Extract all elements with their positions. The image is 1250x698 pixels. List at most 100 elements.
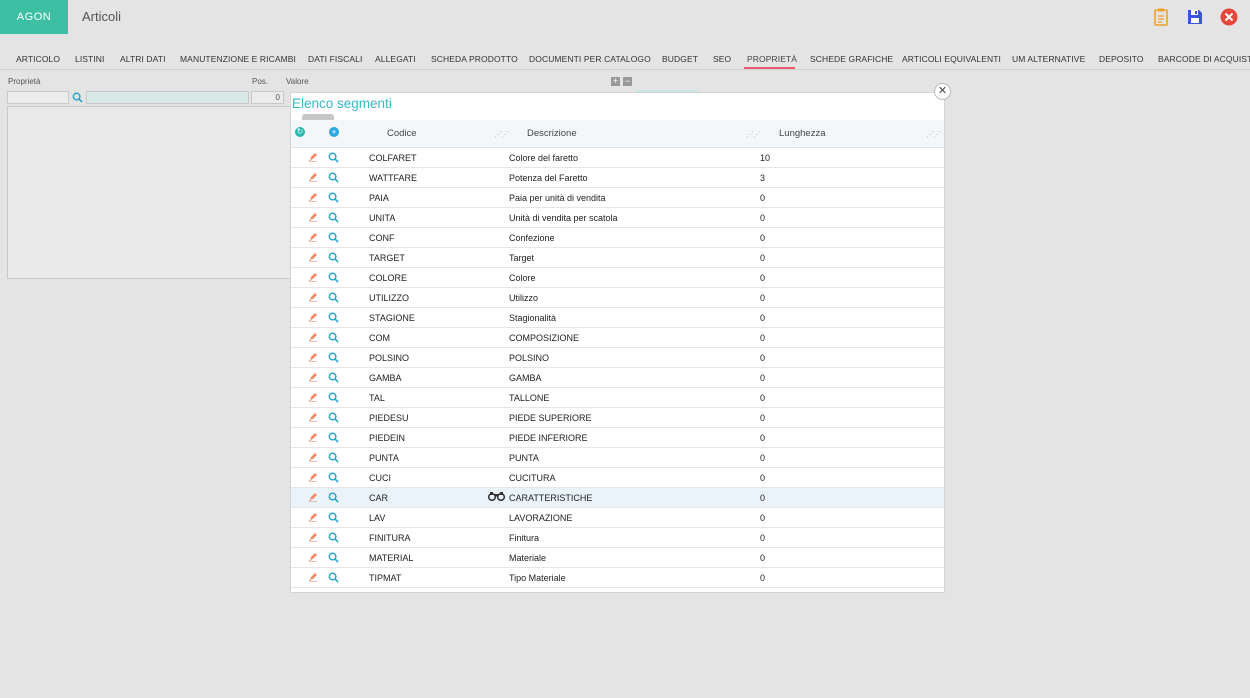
- search-icon[interactable]: [328, 552, 339, 563]
- table-row[interactable]: PAIA Paia per unità di vendita 0: [291, 188, 944, 208]
- tab-altri-dati[interactable]: ALTRI DATI: [120, 54, 166, 64]
- edit-icon[interactable]: [308, 251, 318, 262]
- table-row[interactable]: LAV LAVORAZIONE 0: [291, 508, 944, 528]
- search-icon[interactable]: [328, 332, 339, 343]
- search-icon[interactable]: [328, 172, 339, 183]
- proprieta-filter-input[interactable]: [7, 91, 69, 104]
- clipboard-icon[interactable]: [1151, 7, 1171, 27]
- edit-icon[interactable]: [308, 551, 318, 562]
- edit-icon[interactable]: [308, 511, 318, 522]
- table-row[interactable]: COM COMPOSIZIONE 0: [291, 328, 944, 348]
- search-icon[interactable]: [328, 152, 339, 163]
- search-icon[interactable]: [328, 492, 339, 503]
- search-icon[interactable]: [328, 532, 339, 543]
- column-resize-grip-icon[interactable]: ⋰⋰: [926, 130, 941, 139]
- column-resize-grip-icon[interactable]: ⋰⋰: [494, 130, 509, 139]
- modal-close-button[interactable]: ✕: [934, 83, 951, 100]
- edit-icon[interactable]: [308, 531, 318, 542]
- tab-manutenzione-ricambi[interactable]: MANUTENZIONE E RICAMBI: [180, 54, 296, 64]
- col-codice[interactable]: Codice: [387, 128, 417, 139]
- add-icon[interactable]: +: [329, 127, 339, 137]
- edit-icon[interactable]: [308, 431, 318, 442]
- search-icon[interactable]: [328, 472, 339, 483]
- table-row[interactable]: CAR CARATTERISTICHE 0: [291, 488, 944, 508]
- proprieta-value-input[interactable]: [86, 91, 249, 104]
- edit-icon[interactable]: [308, 491, 318, 502]
- search-icon[interactable]: [328, 412, 339, 423]
- table-row[interactable]: COLFARET Colore del faretto 10: [291, 148, 944, 168]
- table-row[interactable]: MATERIAL Materiale 0: [291, 548, 944, 568]
- table-row[interactable]: COLORE Colore 0: [291, 268, 944, 288]
- table-row[interactable]: UTILIZZO Utilizzo 0: [291, 288, 944, 308]
- tab-schede-grafiche[interactable]: SCHEDE GRAFICHE: [810, 54, 893, 64]
- table-row[interactable]: UNITA Unità di vendita per scatola 0: [291, 208, 944, 228]
- close-icon[interactable]: [1219, 7, 1239, 27]
- column-resize-grip-icon[interactable]: ⋰⋰: [746, 130, 761, 139]
- binoculars-icon[interactable]: [487, 491, 506, 504]
- tab-scheda-prodotto[interactable]: SCHEDA PRODOTTO: [431, 54, 518, 64]
- edit-icon[interactable]: [308, 151, 318, 162]
- edit-icon[interactable]: [308, 391, 318, 402]
- search-icon[interactable]: [328, 352, 339, 363]
- tab-um-alternative[interactable]: UM ALTERNATIVE: [1012, 54, 1085, 64]
- edit-icon[interactable]: [308, 231, 318, 242]
- search-icon[interactable]: [72, 92, 83, 103]
- refresh-icon[interactable]: ↻: [295, 127, 305, 137]
- table-row[interactable]: TAL TALLONE 0: [291, 388, 944, 408]
- search-icon[interactable]: [328, 512, 339, 523]
- edit-icon[interactable]: [308, 191, 318, 202]
- search-icon[interactable]: [328, 372, 339, 383]
- search-icon[interactable]: [328, 232, 339, 243]
- table-row[interactable]: PIEDEIN PIEDE INFERIORE 0: [291, 428, 944, 448]
- search-icon[interactable]: [328, 432, 339, 443]
- edit-icon[interactable]: [308, 411, 318, 422]
- search-icon[interactable]: [328, 292, 339, 303]
- edit-icon[interactable]: [308, 451, 318, 462]
- save-icon[interactable]: [1185, 7, 1205, 27]
- tab-proprieta[interactable]: PROPRIETÀ: [747, 54, 797, 64]
- edit-icon[interactable]: [308, 271, 318, 282]
- search-icon[interactable]: [328, 452, 339, 463]
- expand-all-button[interactable]: +: [611, 77, 620, 86]
- search-icon[interactable]: [328, 192, 339, 203]
- table-row[interactable]: FINITURA Finitura 0: [291, 528, 944, 548]
- pos-input[interactable]: 0: [251, 91, 284, 104]
- edit-icon[interactable]: [308, 331, 318, 342]
- tab-seo[interactable]: SEO: [713, 54, 731, 64]
- search-icon[interactable]: [328, 572, 339, 583]
- col-lunghezza[interactable]: Lunghezza: [779, 128, 825, 139]
- table-row[interactable]: PIEDESU PIEDE SUPERIORE 0: [291, 408, 944, 428]
- search-icon[interactable]: [328, 272, 339, 283]
- edit-icon[interactable]: [308, 291, 318, 302]
- tab-articoli-equivalenti[interactable]: ARTICOLI EQUIVALENTI: [902, 54, 1001, 64]
- tab-documenti-catalogo[interactable]: DOCUMENTI PER CATALOGO: [529, 54, 651, 64]
- search-icon[interactable]: [328, 392, 339, 403]
- edit-icon[interactable]: [308, 371, 318, 382]
- tab-deposito[interactable]: DEPOSITO: [1099, 54, 1144, 64]
- search-icon[interactable]: [328, 212, 339, 223]
- tab-budget[interactable]: BUDGET: [662, 54, 698, 64]
- search-icon[interactable]: [328, 312, 339, 323]
- tab-barcode-acquisto[interactable]: BARCODE DI ACQUISTO: [1158, 54, 1250, 64]
- tab-articolo[interactable]: ARTICOLO: [16, 54, 60, 64]
- table-row[interactable]: STAGIONE Stagionalità 0: [291, 308, 944, 328]
- search-icon[interactable]: [328, 252, 339, 263]
- edit-icon[interactable]: [308, 211, 318, 222]
- agon-logo[interactable]: AGON: [0, 0, 68, 34]
- edit-icon[interactable]: [308, 171, 318, 182]
- edit-icon[interactable]: [308, 571, 318, 582]
- col-descrizione[interactable]: Descrizione: [527, 128, 577, 139]
- table-row[interactable]: CONF Confezione 0: [291, 228, 944, 248]
- tab-dati-fiscali[interactable]: DATI FISCALI: [308, 54, 362, 64]
- table-row[interactable]: WATTFARE Potenza del Faretto 3: [291, 168, 944, 188]
- table-row[interactable]: POLSINO POLSINO 0: [291, 348, 944, 368]
- edit-icon[interactable]: [308, 471, 318, 482]
- table-row[interactable]: TIPMAT Tipo Materiale 0: [291, 568, 944, 588]
- table-row[interactable]: GAMBA GAMBA 0: [291, 368, 944, 388]
- tab-listini[interactable]: LISTINI: [75, 54, 105, 64]
- edit-icon[interactable]: [308, 311, 318, 322]
- table-row[interactable]: CUCI CUCITURA 0: [291, 468, 944, 488]
- table-row[interactable]: TARGET Target 0: [291, 248, 944, 268]
- edit-icon[interactable]: [308, 351, 318, 362]
- tab-allegati[interactable]: ALLEGATI: [375, 54, 416, 64]
